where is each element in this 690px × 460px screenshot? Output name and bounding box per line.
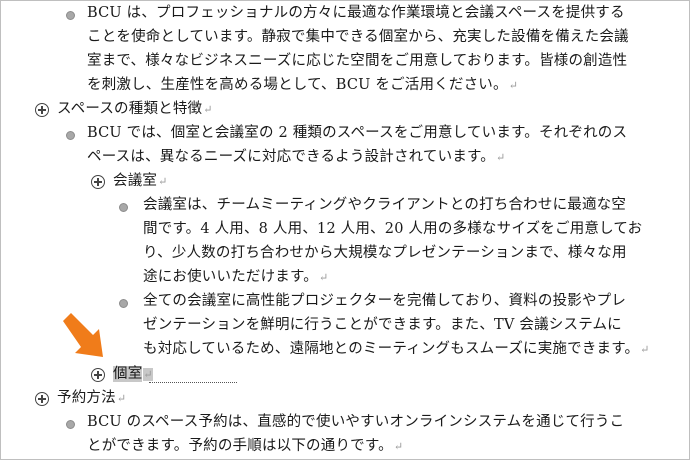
paragraph-mark: ↵ xyxy=(640,343,650,356)
meeting-2-line-1[interactable]: 全ての会議室に高性能プロジェクターを完備しており、資料の投影やプレ xyxy=(143,289,626,313)
heading-spaces[interactable]: スペースの種類と特徴↵ xyxy=(57,97,213,122)
expand-collapse-icon[interactable] xyxy=(35,103,49,117)
bullet-icon xyxy=(66,131,75,140)
bullet-icon xyxy=(119,299,128,308)
bullet-icon xyxy=(119,203,128,212)
paragraph-mark: ↵ xyxy=(318,271,329,284)
meeting-2-line-2[interactable]: ゼンテーションを鮮明に行うことができます。また、TV 会議システムに xyxy=(143,313,622,337)
reservation-line-2[interactable]: とができます。予約の手順は以下の通りです。↵ xyxy=(87,434,403,459)
meeting-1-line-4[interactable]: 途にお使いいただけます。↵ xyxy=(143,265,328,290)
intro-line-1[interactable]: BCU は、プロフェッショナルの方々に最適な作業環境と会議スペースを提供する xyxy=(87,1,625,25)
bullet-icon xyxy=(66,11,75,20)
paragraph-mark: ↵ xyxy=(203,103,213,116)
intro-line-3[interactable]: 室まで、様々なビジネスニーズに応じた空間をご用意しております。皆様の創造性 xyxy=(87,49,627,73)
paragraph-mark: ↵ xyxy=(495,151,506,164)
bullet-icon xyxy=(66,420,75,429)
paragraph-mark: ↵ xyxy=(508,79,519,92)
intro-line-4[interactable]: を刺激し、生産性を高める場として、BCU をご活用ください。↵ xyxy=(87,73,518,98)
meeting-1-line-2[interactable]: 間です。4 人用、8 人用、12 人用、20 人用の多様なサイズをご用意してお xyxy=(143,217,642,241)
meeting-1-line-3[interactable]: り、少人数の打ち合わせから大規模なプレゼンテーションまで、様々な用 xyxy=(143,241,627,265)
paragraph-mark: ↵ xyxy=(158,175,168,188)
heading-private-room[interactable]: 個室↵ xyxy=(113,362,153,387)
spaces-intro-line-1[interactable]: BCU では、個室と会議室の 2 種類のスペースをご用意しています。それぞれのス xyxy=(87,121,627,145)
dotted-underline xyxy=(149,382,237,383)
expand-collapse-icon[interactable] xyxy=(91,368,105,382)
reservation-line-1[interactable]: BCU のスペース予約は、直感的で使いやすいオンラインシステムを通じて行うこ xyxy=(87,410,624,434)
paragraph-mark: ↵ xyxy=(143,368,153,381)
expand-collapse-icon[interactable] xyxy=(35,392,49,406)
selected-text: 個室 xyxy=(113,366,143,382)
meeting-1-line-1[interactable]: 会議室は、チームミーティングやクライアントとの打ち合わせに最適な空 xyxy=(143,193,626,217)
paragraph-mark: ↵ xyxy=(116,392,127,405)
intro-line-2[interactable]: ことを使命としています。静寂で集中できる個室から、充実した設備を備えた会議 xyxy=(87,25,629,49)
heading-reservation[interactable]: 予約方法↵ xyxy=(57,386,126,411)
paragraph-mark: ↵ xyxy=(393,440,404,453)
heading-meeting-room[interactable]: 会議室↵ xyxy=(113,169,168,194)
document-page[interactable]: BCU は、プロフェッショナルの方々に最適な作業環境と会議スペースを提供する こ… xyxy=(0,0,690,460)
expand-collapse-icon[interactable] xyxy=(91,175,105,189)
spaces-intro-line-2[interactable]: ペースは、異なるニーズに対応できるよう設計されています。↵ xyxy=(87,145,505,170)
meeting-2-line-3[interactable]: も対応しているため、遠隔地とのミーティングもスムーズに実施できます。↵ xyxy=(143,337,650,362)
arrow-icon xyxy=(63,313,103,357)
